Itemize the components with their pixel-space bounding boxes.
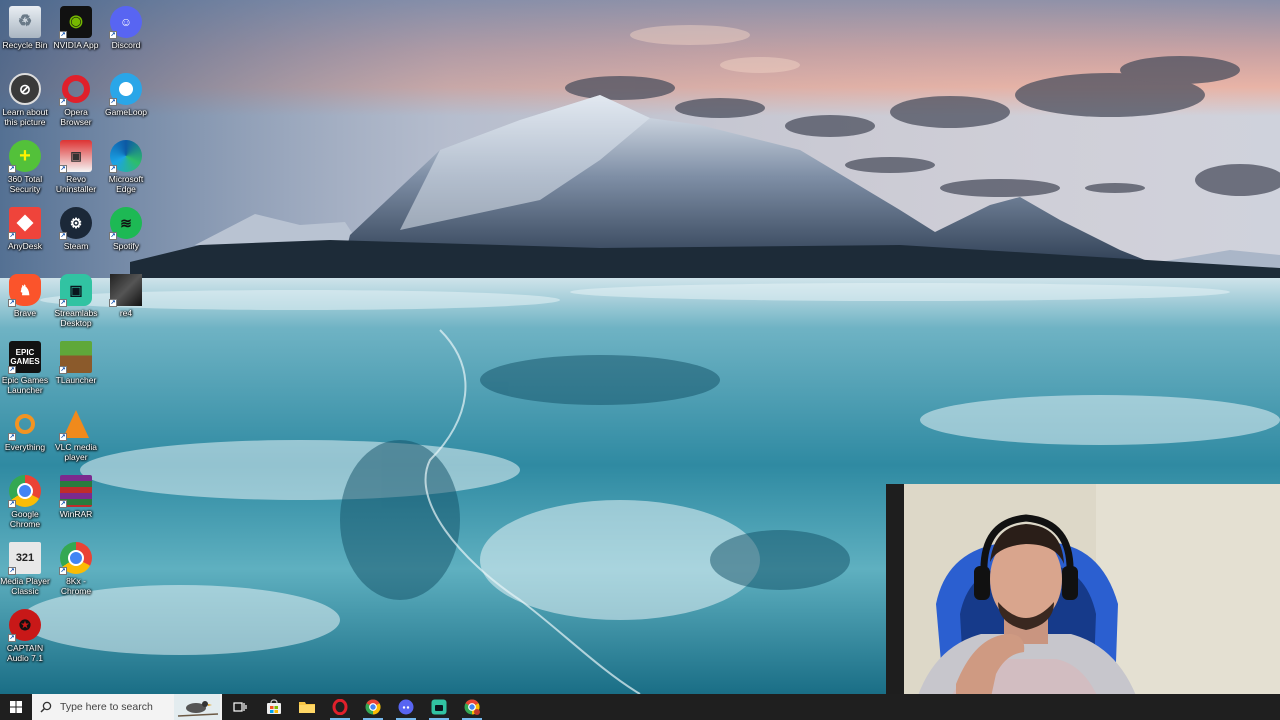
opera-icon: ↗ — [59, 73, 92, 106]
learn-about-picture-shortcut[interactable]: ⊘ Learn about this picture — [0, 70, 50, 134]
discord-icon — [398, 699, 414, 715]
vlc-media-player-shortcut[interactable]: ↗ VLC media player — [51, 405, 101, 469]
opera-browser-shortcut[interactable]: ↗ Opera Browser — [51, 70, 101, 134]
chrome-profile-taskbar-button[interactable] — [456, 694, 488, 720]
recycle-bin-icon: ♻ — [9, 6, 41, 38]
media-player-classic-shortcut[interactable]: 321 ↗ Media Player Classic — [0, 539, 50, 603]
opera-icon — [332, 699, 348, 715]
chrome-taskbar-button[interactable] — [357, 694, 389, 720]
search-highlight-bird-icon — [174, 694, 220, 720]
streamlabs-desktop-shortcut[interactable]: ▣ ↗ Streamlabs Desktop — [51, 271, 101, 335]
opera-taskbar-button[interactable] — [324, 694, 356, 720]
clapperboard-icon: 321 ↗ — [8, 542, 41, 575]
plus-shield-icon: + ↗ — [8, 140, 41, 173]
vlc-cone-icon: ↗ — [59, 408, 92, 441]
search-placeholder: Type here to search — [60, 701, 153, 713]
brave-shortcut[interactable]: ♞ ↗ Brave — [0, 271, 50, 335]
revo-uninstaller-shortcut[interactable]: ▣ ↗ Revo Uninstaller — [51, 137, 101, 201]
discord-icon: ☺ ↗ — [109, 6, 142, 39]
360-total-security-shortcut[interactable]: + ↗ 360 Total Security — [0, 137, 50, 201]
8kx-chrome-shortcut[interactable]: ↗ 8Kx - Chrome — [51, 539, 101, 603]
taskbar-search-box[interactable]: Type here to search — [32, 694, 222, 720]
re4-game-icon: ↗ — [109, 274, 142, 307]
google-chrome-shortcut[interactable]: ↗ Google Chrome — [0, 472, 50, 536]
steam-shortcut[interactable]: ⚙ ↗ Steam — [51, 204, 101, 268]
discord-shortcut[interactable]: ☺ ↗ Discord — [101, 3, 151, 67]
winrar-shortcut[interactable]: ↗ WinRAR — [51, 472, 101, 536]
task-view-button[interactable] — [224, 694, 256, 720]
steam-icon: ⚙ ↗ — [59, 207, 92, 240]
chrome-icon: ↗ — [8, 475, 41, 508]
webcam-person-image — [886, 484, 1280, 720]
camera-icon: ⊘ — [9, 73, 41, 105]
streamlabs-taskbar-button[interactable] — [423, 694, 455, 720]
streamlabs-icon: ▣ ↗ — [59, 274, 92, 307]
streamlabs-icon — [431, 699, 447, 715]
windows-logo-icon — [10, 701, 22, 713]
chrome-profile-icon: ↗ — [59, 542, 92, 575]
start-button[interactable] — [0, 694, 32, 720]
spotify-shortcut[interactable]: ≋ ↗ Spotify — [101, 204, 151, 268]
webcam-overlay — [886, 484, 1280, 720]
task-view-icon — [233, 702, 247, 712]
edge-icon: ↗ — [109, 140, 142, 173]
nvidia-app-shortcut[interactable]: ◉ ↗ NVIDIA App — [51, 3, 101, 67]
re4-shortcut[interactable]: ↗ re4 — [101, 271, 151, 335]
everything-shortcut[interactable]: ↗ Everything — [0, 405, 50, 469]
tlauncher-shortcut[interactable]: ↗ TLauncher — [51, 338, 101, 402]
chrome-icon — [365, 699, 381, 715]
file-explorer-button[interactable] — [291, 694, 323, 720]
grass-block-icon: ↗ — [59, 341, 92, 374]
discord-taskbar-button[interactable] — [390, 694, 422, 720]
taskbar: Type here to search — [0, 694, 1280, 720]
winrar-books-icon: ↗ — [59, 475, 92, 508]
revo-uninstaller-icon: ▣ ↗ — [59, 140, 92, 173]
anydesk-shortcut[interactable]: ↗ AnyDesk — [0, 204, 50, 268]
captain-audio-shortcut[interactable]: ✪ ↗ CAPTAIN Audio 7.1 — [0, 606, 50, 670]
magnifier-icon: ↗ — [8, 408, 41, 441]
search-icon — [40, 701, 52, 713]
anydesk-icon: ↗ — [8, 207, 41, 240]
gameloop-shortcut[interactable]: ↗ GameLoop — [101, 70, 151, 134]
epic-games-launcher-shortcut[interactable]: EPIC GAMES ↗ Epic Games Launcher — [0, 338, 50, 402]
microsoft-store-button[interactable] — [258, 694, 290, 720]
epic-games-icon: EPIC GAMES ↗ — [8, 341, 41, 374]
microsoft-edge-shortcut[interactable]: ↗ Microsoft Edge — [101, 137, 151, 201]
microsoft-store-icon — [267, 699, 281, 714]
gameloop-icon: ↗ — [109, 73, 142, 106]
file-explorer-icon — [299, 702, 315, 713]
chrome-profile-icon — [464, 699, 480, 715]
nvidia-icon: ◉ ↗ — [59, 6, 92, 39]
brave-lion-icon: ♞ ↗ — [8, 274, 41, 307]
recycle-bin-shortcut[interactable]: ♻ Recycle Bin — [0, 3, 50, 67]
spotify-icon: ≋ ↗ — [109, 207, 142, 240]
captain-audio-icon: ✪ ↗ — [8, 609, 41, 642]
